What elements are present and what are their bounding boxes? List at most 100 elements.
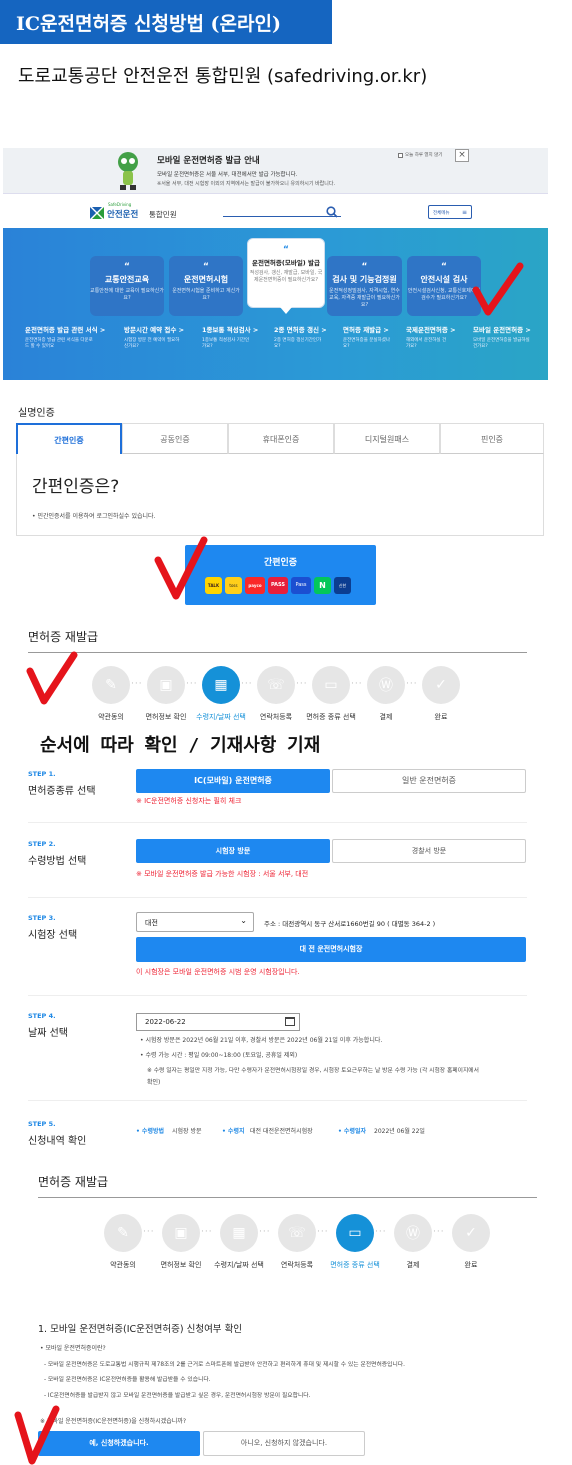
simple-auth-button[interactable]: 간편인증 TALK toss payco PASS Pass N 신한 [185,545,376,605]
step-contact-icon: ☏ [278,1214,316,1252]
tab-joint-cert[interactable]: 공동인증 [122,423,228,454]
dont-show-checkbox[interactable] [398,153,403,158]
search-icon[interactable] [326,203,338,218]
step-title: 날짜 선택 [28,1028,68,1039]
visit-police-option[interactable]: 경찰서 방문 [332,839,526,863]
menu-icon: ≡ [461,209,467,216]
step-license-type-icon: ▭ [312,666,350,704]
page-subtitle: 도로교통공단 안전운전 통합민원 (safedriving.or.kr) [18,66,428,87]
card-sub: 운전적성정밀검사, 자격시험, 연수교육, 자격증 재발급이 필요하신가요? [329,288,400,308]
link-renewal[interactable]: 2종 면허증 갱신 > [274,324,327,334]
test-site-button[interactable]: 대 전 운전면허시험장 [136,937,526,962]
apply-no-button[interactable]: 아니오, 신청하지 않겠습니다. [203,1431,365,1456]
divider [38,1197,537,1198]
quote-icon: “ [203,262,209,272]
summary-value: 대전 대전운전면허시험장 [250,1128,313,1135]
visit-test-site-option[interactable]: 시험장 방문 [136,839,330,863]
summary-key: • 수령일자 [338,1128,367,1135]
link-international[interactable]: 국제운전면허증 > [406,324,456,334]
link-reissue[interactable]: 면허증 재발급 > [343,324,389,334]
confirm-heading: 1. 모바일 운전면허증(IC운전면허증) 신청여부 확인 [38,1324,243,1335]
test-site-value: 대전 [145,919,158,927]
test-site-address: 주소 : 대전광역시 동구 산서로1660번길 90 ( 대별동 364-2 ) [264,920,436,928]
apply-yes-button[interactable]: 예, 신청하겠습니다. [38,1431,200,1456]
hero-menu: “ 교통안전교육 교통안전에 대한 교육이 필요하신가요? “ 운전면허시험 운… [3,228,548,380]
ic-license-option[interactable]: IC(모바일) 운전면허증 [136,769,330,793]
logo-icon[interactable] [90,204,104,219]
quote-icon: “ [124,262,130,272]
confirm-text: - 모바일 운전면허증은 IC운전면허증을 활용해 발급받을 수 있습니다. [44,1377,211,1383]
dont-show-label: 오늘 하루 열지 않기 [405,153,443,158]
step-payment-icon: Ⓦ [394,1214,432,1252]
auth-desc: • 민간인증서를 이용하여 로그인하실수 있습니다. [32,513,156,520]
calendar-icon [285,1017,295,1026]
link-sub: 운전면허증을 분실하셨나요? [343,338,390,349]
site-header: SafeDriving 안전운전 통합민원 전체메뉴 ≡ [3,194,548,228]
tab-phone-auth[interactable]: 휴대폰인증 [228,423,334,454]
confirm-question: ※ 모바일 운전면허증(IC운전면허증)을 신청하시겠습니까? [40,1418,187,1425]
confirm-text: - IC운전면허증을 발급받지 않고 모바일 운전면허증을 발급받고 싶은 경우… [44,1393,311,1399]
all-menu-button[interactable]: 전체메뉴 ≡ [428,205,472,219]
link-sub: 해외에서 운전하실 건가요? [406,338,447,349]
auth-heading: 간편인증은? [32,477,120,497]
test-site-select[interactable]: 대전 ⌄ [136,912,254,932]
divider [28,652,527,653]
banner-pager[interactable] [421,184,449,199]
date-input[interactable]: 2022-06-22 [136,1013,300,1031]
close-icon[interactable]: × [455,149,469,162]
step-number: STEP 5. [28,1120,56,1128]
step2-note: ※ 모바일 운전면허증 발급 가능한 시험장 : 서울 서부, 대전 [136,870,309,878]
step-number: STEP 4. [28,1012,56,1020]
date-info: • 수령 가능 시간 : 평일 09:00~18:00 (토요일, 공휴일 제외… [140,1052,298,1059]
card-traffic-education[interactable]: “ 교통안전교육 교통안전에 대한 교육이 필요하신가요? [90,256,164,316]
link-mobile-license[interactable]: 모바일 운전면허증 > [473,324,531,334]
step-title: 신청내역 확인 [28,1136,87,1147]
step-connector: ··· [241,679,253,689]
step-connector: ··· [143,1227,155,1237]
shinhan-icon: 신한 [334,577,351,594]
step-title: 시험장 선택 [28,930,78,941]
naver-icon: N [314,577,331,594]
reissue-title: 면허증 재발급 [28,630,99,644]
step-license-info-icon: ▣ [147,666,185,704]
step-number: STEP 3. [28,914,56,922]
tab-simple-auth[interactable]: 간편인증 [16,423,122,454]
card-safety-facility[interactable]: “ 안전시설 검사 안전시설검사신청, 교통신호제어기 검수가 필요하신가요? [407,256,481,316]
summary-key: • 수령방법 [136,1128,165,1135]
card-pointer [280,307,292,314]
quote-icon: “ [283,245,289,255]
step-complete-icon: ✓ [452,1214,490,1252]
samsung-pass-icon: Pass [291,577,311,594]
date-info: • 시험장 방문은 2022년 06월 21일 이후, 경찰서 방문은 2022… [140,1037,383,1044]
card-inspection[interactable]: “ 검사 및 기능검정원 운전적성정밀검사, 자격시험, 연수교육, 자격증 재… [327,256,402,316]
quote-icon: “ [441,262,447,272]
card-license-exam[interactable]: “ 운전면허시험 운전면허시험을 준비하고 계신가요? [169,256,243,316]
card-title: 운전면허시험 [183,275,229,284]
card-sub: 교통안전에 대한 교육이 필요하신가요? [90,288,164,301]
summary-value: 시험장 방문 [172,1128,202,1135]
link-sub: 1종보통 적성검사 기간인가요? [202,338,250,349]
tab-pin-auth[interactable]: 핀인증 [440,423,544,454]
regular-license-option[interactable]: 일반 운전면허증 [332,769,526,793]
card-title: 교통안전교육 [104,275,150,284]
summary-value: 2022년 06월 22일 [374,1128,425,1135]
step-payment-icon: Ⓦ [367,666,405,704]
notice-banner: 모바일 운전면허증 발급 안내 모바일 운전면허증은 서울 서부, 대전에서만 … [3,148,548,199]
confirm-text: - 모바일 운전면허증은 도로교통법 시행규칙 제78조의 2를 근거로 스마트… [44,1362,405,1368]
link-sub: 운전면허증 발급 관련 서식을 다운로드 할 수 있어요 [25,338,93,349]
card-license-issue[interactable]: “ 운전면허증(모바일) 발급 적성검사, 갱신, 재발급, 모바일, 국제운전… [247,238,325,308]
pass-icon: PASS [268,577,288,594]
step-connector: ··· [406,679,418,689]
kakao-icon: TALK [205,577,222,594]
logo-text[interactable]: 안전운전 [107,208,138,220]
step-connector: ··· [201,1227,213,1237]
link-visit-reservation[interactable]: 방문시간 예약 접수 > [124,324,184,334]
logo-small: SafeDriving [108,202,132,207]
link-forms[interactable]: 운전면허증 발급 관련 서식 > [25,324,105,334]
search-input[interactable] [223,216,341,217]
tab-digital-onepass[interactable]: 디지털원패스 [334,423,440,454]
step-label: 완료 [464,1261,478,1269]
link-aptitude[interactable]: 1종보통 적성검사 > [202,324,258,334]
step3-note: 이 시험장은 모바일 운전면허증 시범 운영 시험장입니다. [136,968,300,976]
step-title: 면허증종류 선택 [28,786,96,797]
